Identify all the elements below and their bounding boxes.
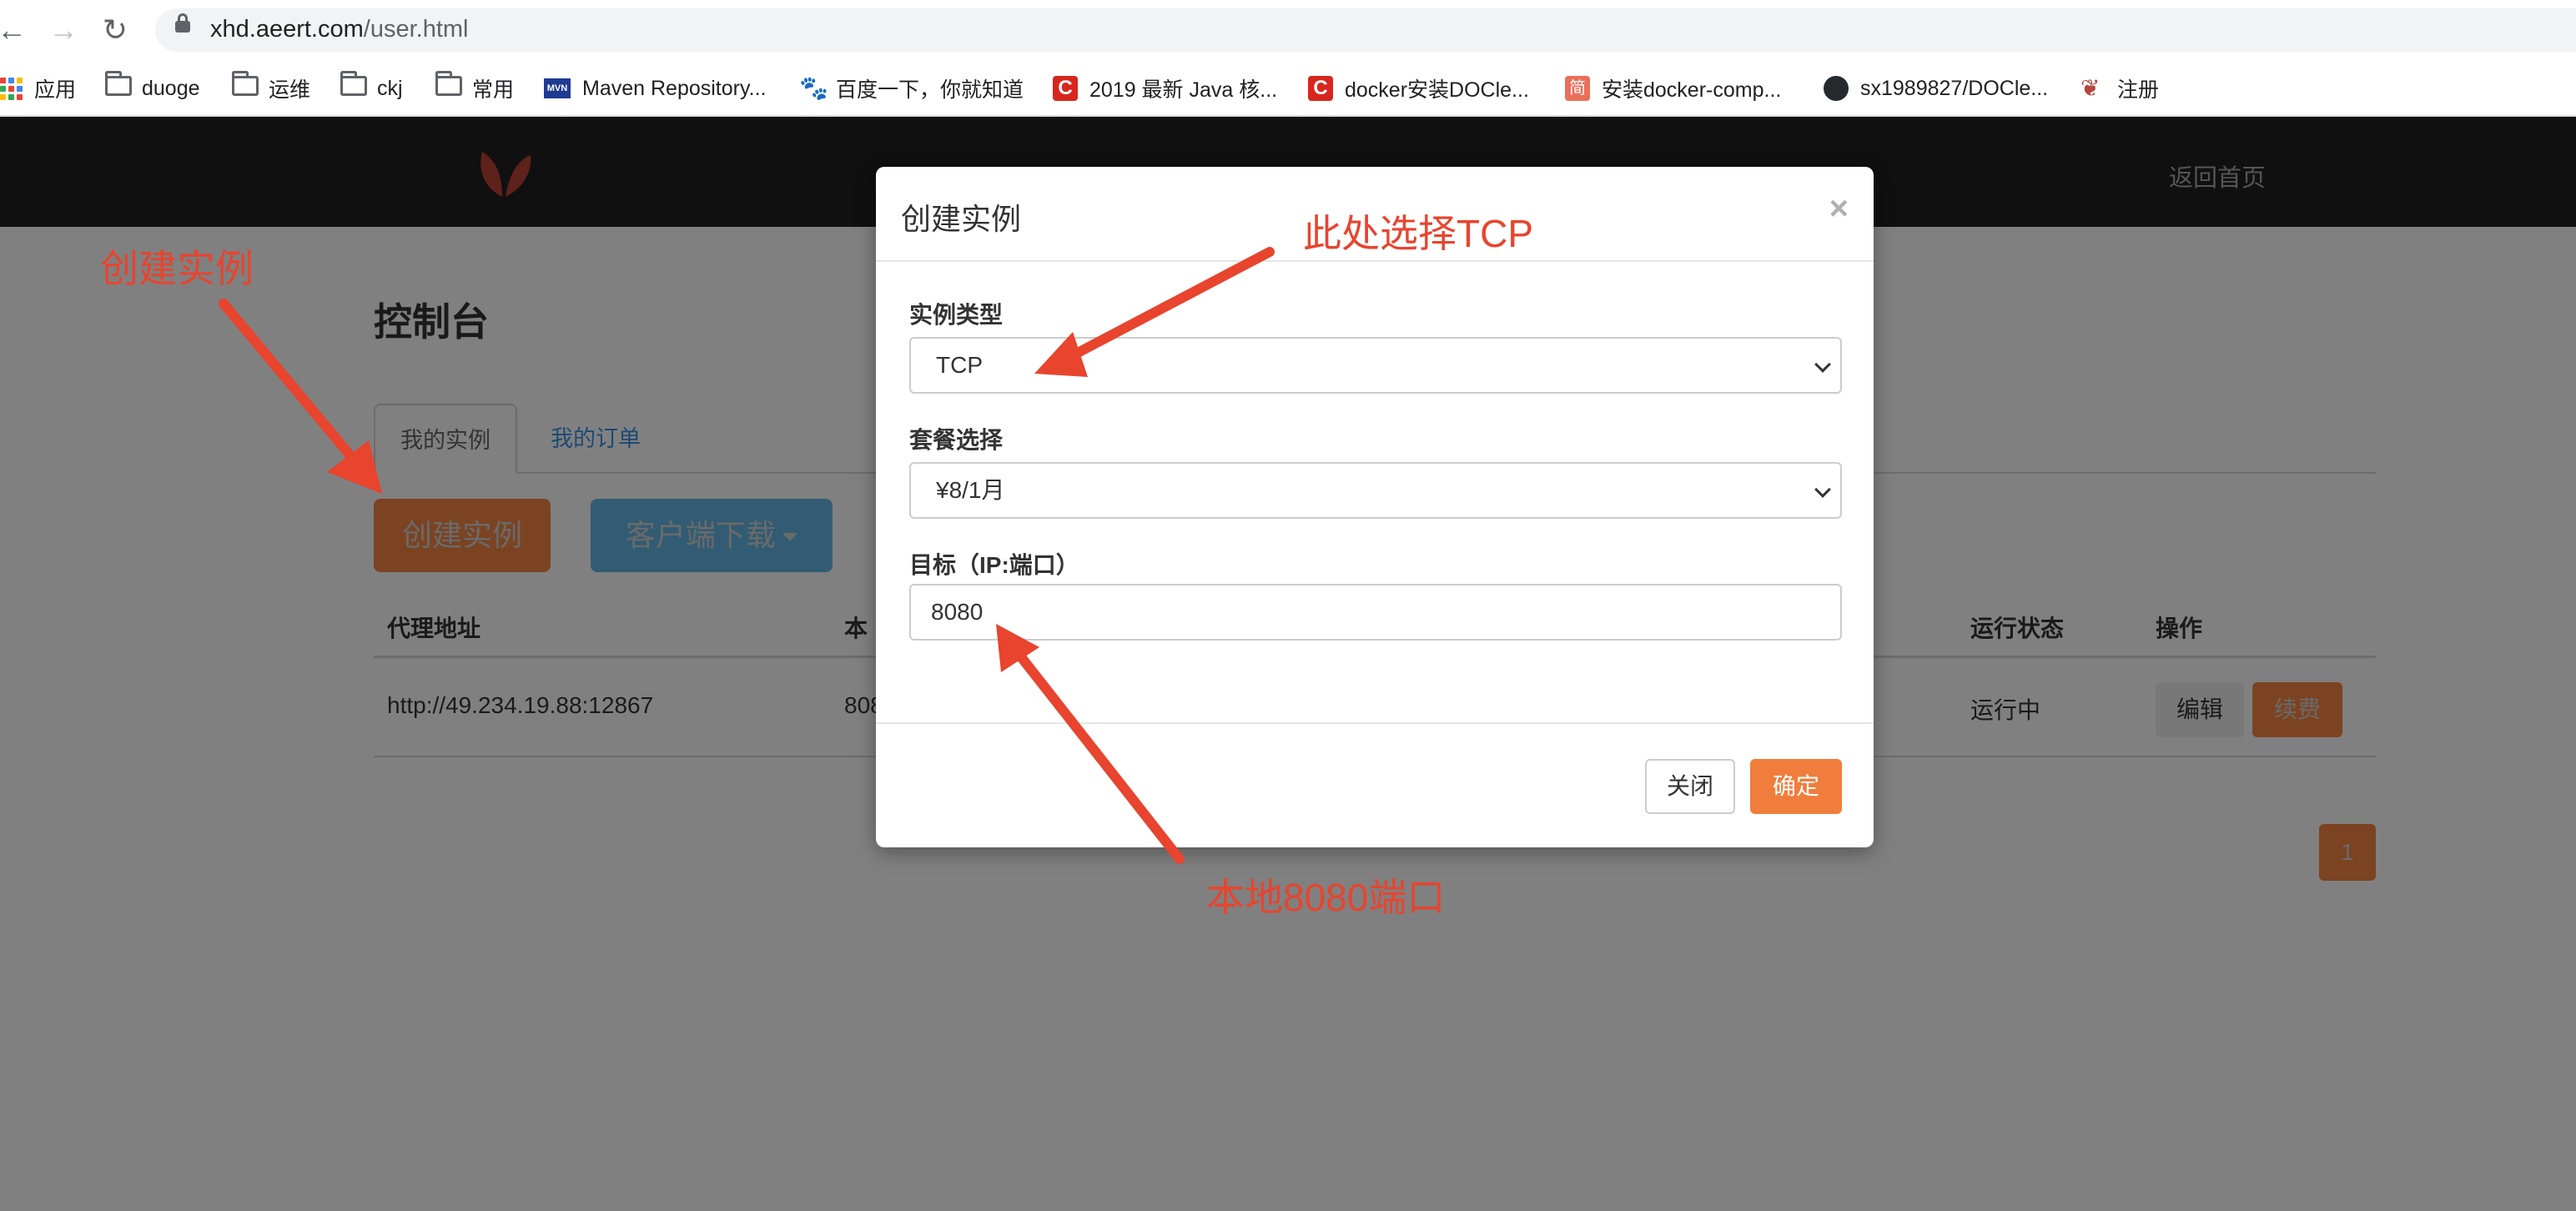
tab-my-instances[interactable]: 我的实例 [374,404,517,474]
edit-button[interactable]: 编辑 [2156,682,2244,737]
page-title: 控制台 [374,300,489,344]
package-select[interactable]: ¥8/1月 [909,462,1842,519]
package-value: ¥8/1月 [936,477,1005,503]
home-link[interactable]: 返回首页 [2169,158,2266,193]
annotation-create-instance: 创建实例 [100,247,254,290]
bookmark-label: Maven Repository... [582,76,767,100]
bookmark-baidu[interactable]: 🐾 百度一下，你就知道 [799,72,1024,105]
bookmarks-bar: 应用 duoge 运维 ckj 常用 MVN Maven Repository.… [0,60,2576,117]
renew-button[interactable]: 续费 [2252,682,2342,737]
bookmark-java[interactable]: C 2019 最新 Java 核... [1053,72,1277,105]
client-download-label: 客户端下载 [625,518,776,552]
url-text: xhd.aeert.com/user.html [210,16,468,43]
bookmark-docker-compose[interactable]: 简 安装docker-comp... [1565,72,1781,105]
chevron-down-icon [1814,356,1831,373]
modal-footer-divider [876,722,1874,724]
site-logo-icon: ❦ [2080,75,2101,101]
modal-confirm-button[interactable]: 确定 [1750,759,1842,814]
target-label: 目标（IP:端口） [909,552,1079,578]
cell-status: 运行中 [1970,697,2041,723]
url-domain: xhd.aeert.com [210,16,364,43]
client-download-button[interactable]: 客户端下载 [591,499,833,572]
lock-icon [175,13,190,33]
csdn-icon: C [1308,76,1333,101]
package-label: 套餐选择 [909,427,1004,453]
bookmark-maven[interactable]: MVN Maven Repository... [544,72,766,105]
github-icon [1824,76,1849,101]
bookmark-duoge[interactable]: duoge [105,71,200,105]
annotation-local-port: 本地8080端口 [1206,876,1446,919]
table-header-actions: 操作 [2156,616,2203,641]
baidu-icon: 🐾 [799,75,828,101]
bookmark-yunwei[interactable]: 运维 [232,71,311,105]
bookmark-label: 常用 [472,78,515,102]
modal-close-button[interactable]: 关闭 [1645,759,1735,814]
instance-type-label: 实例类型 [909,302,1004,328]
bookmark-label: sx1989827/DOCle... [1860,76,2049,100]
modal-title: 创建实例 [901,202,1022,236]
arrow-to-create-button [219,299,362,469]
bookmark-changyong[interactable]: 常用 [435,71,515,105]
apps-icon [0,77,23,100]
maven-icon: MVN [544,78,571,98]
bookmark-label: docker安装DOCle... [1345,78,1529,102]
close-icon[interactable]: × [1829,190,1849,228]
folder-icon [340,71,367,96]
table-header-status: 运行状态 [1970,616,2065,641]
url-path: /user.html [363,16,469,43]
create-instance-modal: 创建实例 × 实例类型 TCP 套餐选择 ¥8/1月 目标（IP:端口） 808… [876,167,1874,847]
folder-icon [435,71,462,96]
folder-icon [105,71,132,96]
create-instance-button[interactable]: 创建实例 [374,499,551,572]
annotation-select-tcp: 此处选择TCP [1303,212,1533,255]
bookmark-label: duoge [142,76,200,100]
bookmark-label: 应用 [34,78,77,102]
reload-icon[interactable]: ↻ [97,12,133,48]
bookmark-label: 安装docker-comp... [1602,78,1782,102]
browser-toolbar: ← → ↻ xhd.aeert.com/user.html [0,0,2576,60]
folder-icon [232,71,259,96]
cell-proxy-address: http://49.234.19.88:12867 [387,692,654,718]
tab-my-orders[interactable]: 我的订单 [526,404,666,474]
bookmark-docker[interactable]: C docker安装DOCle... [1308,72,1529,105]
instance-type-value: TCP [936,352,983,378]
chevron-down-icon [1814,481,1831,498]
bookmark-github[interactable]: sx1989827/DOCle... [1824,72,2048,105]
bookmark-ckj[interactable]: ckj [340,71,403,105]
csdn-icon: C [1053,76,1078,101]
butterfly-logo-icon[interactable] [470,138,537,205]
bookmark-label: 百度一下，你就知道 [836,78,1024,102]
instance-type-select[interactable]: TCP [909,337,1842,394]
back-arrow-icon[interactable]: ← [0,12,30,48]
pagination-page-1[interactable]: 1 [2319,824,2376,881]
address-bar[interactable]: xhd.aeert.com/user.html [155,8,2576,52]
bookmark-label: 运维 [269,78,311,102]
target-input[interactable]: 8080 [909,584,1842,641]
bookmark-label: 2019 最新 Java 核... [1089,78,1278,102]
bookmark-label: 注册 [2117,78,2160,102]
forward-arrow-icon[interactable]: → [45,12,82,48]
table-header-proxy: 代理地址 [387,616,481,641]
table-header-local: 本 [844,616,868,641]
bookmark-register[interactable]: ❦ 注册 [2080,72,2159,105]
jianshu-icon: 简 [1565,76,1590,101]
bookmark-label: ckj [377,76,403,100]
bookmark-apps[interactable]: 应用 [0,72,76,105]
caret-down-icon [782,533,797,542]
